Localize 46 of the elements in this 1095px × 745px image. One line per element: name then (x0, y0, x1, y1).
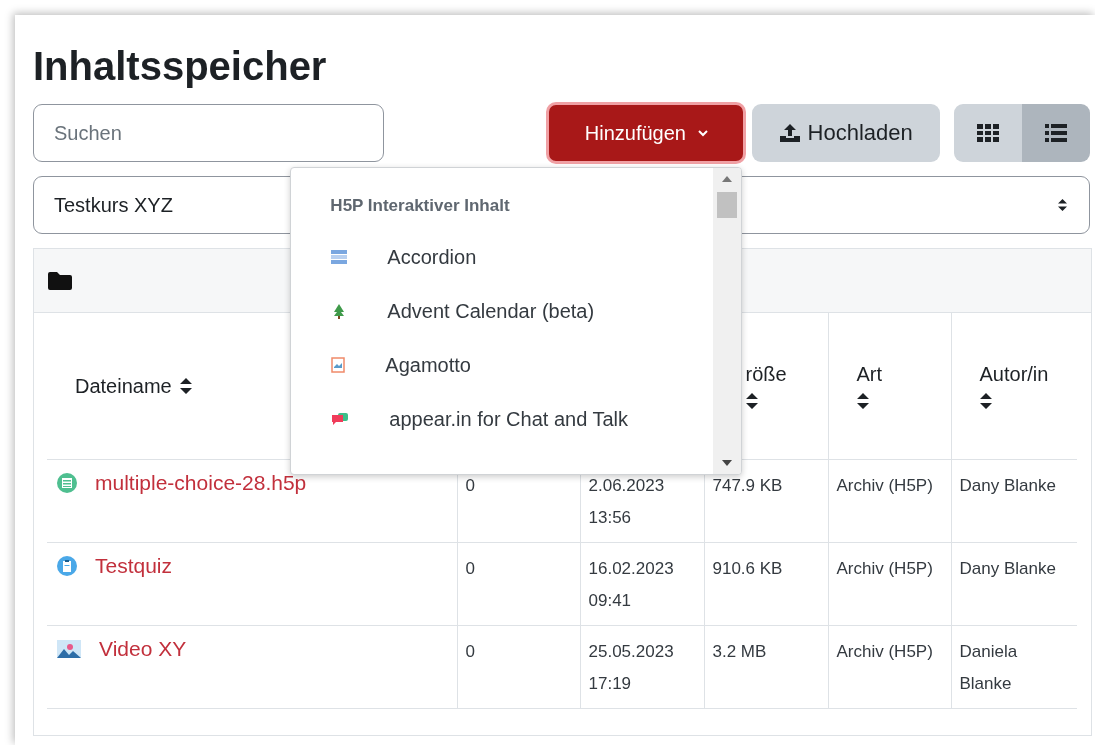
list-icon (1045, 124, 1067, 142)
accordion-icon (331, 250, 348, 264)
column-header[interactable]: röße (745, 362, 787, 410)
table-cell: Archiv (H5P) (828, 459, 951, 543)
file-link[interactable]: Video XY (57, 636, 187, 662)
table-cell: 910.6 KB (704, 542, 828, 626)
table-cell: Daniela Blanke (951, 625, 1077, 709)
list-icon (57, 473, 77, 493)
column-header[interactable]: Dateiname (75, 374, 192, 398)
menu-item[interactable]: Agamotto (291, 338, 471, 392)
add-button[interactable]: Hinzufügen (546, 102, 747, 164)
menu-heading: H5P Interaktiver Inhalt (329, 196, 510, 216)
chat-icon (331, 412, 350, 426)
image-icon (57, 640, 81, 658)
upload-button[interactable]: Hochladen (752, 104, 940, 162)
table-cell: 0 (457, 625, 580, 709)
scroll-up-icon[interactable] (722, 176, 733, 182)
table-cell: Archiv (H5P) (828, 625, 951, 709)
select-arrows-icon (1058, 198, 1067, 212)
list-view-button[interactable] (1022, 104, 1090, 162)
column-header[interactable]: Art (856, 362, 883, 410)
clipboard-icon (57, 556, 77, 576)
caret-icon (697, 129, 708, 137)
scrollbar[interactable] (713, 168, 742, 474)
menu-item[interactable]: appear.in for Chat and Talk (291, 392, 629, 446)
grid-view-button[interactable] (954, 104, 1022, 162)
image-icon (331, 357, 346, 373)
table-cell: Dany Blanke (951, 542, 1077, 626)
table-cell: 16.02.2023 09:41 (580, 542, 704, 626)
menu-item[interactable]: Advent Calendar (beta) (291, 284, 595, 338)
upload-icon (779, 124, 800, 142)
table-cell: 0 (457, 542, 580, 626)
column-header[interactable]: Autor/in (979, 362, 1049, 410)
table-cell: Archiv (H5P) (828, 542, 951, 626)
scrollbar-thumb[interactable] (717, 192, 738, 218)
file-link[interactable]: multiple-choice-28.h5p (57, 470, 307, 496)
page-title: Inhaltsspeicher (33, 43, 327, 90)
table-cell: 25.05.2023 17:19 (580, 625, 704, 709)
table-cell: Dany Blanke (951, 459, 1077, 543)
grid-icon (977, 124, 999, 142)
table-cell: 3.2 MB (704, 625, 828, 709)
search-field[interactable]: Suchen (33, 104, 385, 162)
file-link[interactable]: Testquiz (57, 553, 173, 579)
scroll-down-icon[interactable] (722, 460, 733, 466)
table-cell: 747.9 KB (704, 459, 828, 543)
folder-icon[interactable] (48, 271, 72, 290)
